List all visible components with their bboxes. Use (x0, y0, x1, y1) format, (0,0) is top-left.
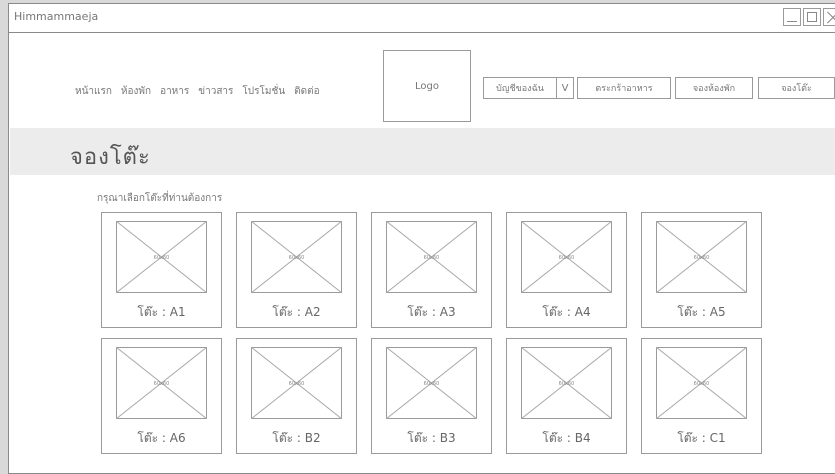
page-title: จองโต๊ะ (70, 145, 151, 170)
table-card[interactable]: 60x60 โต๊ะ : A5 (641, 212, 762, 328)
image-placeholder-icon: 60x60 (521, 347, 612, 419)
nav-item-rooms[interactable]: ห้องพัก (121, 84, 151, 99)
table-label: โต๊ะ : A5 (677, 305, 726, 319)
main-nav: หน้าแรก ห้องพัก อาหาร ข่าวสาร โปรโมชั่น … (75, 84, 320, 99)
image-size-label: 60x60 (693, 381, 710, 387)
image-placeholder-icon: 60x60 (656, 221, 747, 293)
table-card[interactable]: 60x60 โต๊ะ : B4 (506, 338, 627, 454)
table-card[interactable]: 60x60 โต๊ะ : A6 (101, 338, 222, 454)
table-label: โต๊ะ : C1 (677, 431, 726, 445)
nav-item-food[interactable]: อาหาร (160, 84, 189, 99)
food-cart-button[interactable]: ตระกร้าอาหาร (577, 77, 671, 99)
table-label: โต๊ะ : B3 (407, 431, 456, 445)
image-size-label: 60x60 (288, 381, 305, 387)
image-size-label: 60x60 (288, 255, 305, 261)
table-card[interactable]: 60x60 โต๊ะ : A1 (101, 212, 222, 328)
table-card[interactable]: 60x60 โต๊ะ : A4 (506, 212, 627, 328)
table-label: โต๊ะ : A4 (542, 305, 591, 319)
table-card[interactable]: 60x60 โต๊ะ : C1 (641, 338, 762, 454)
image-placeholder-icon: 60x60 (386, 347, 477, 419)
image-placeholder-icon: 60x60 (521, 221, 612, 293)
nav-item-contact[interactable]: ติดต่อ (294, 84, 320, 99)
minimize-icon[interactable] (783, 8, 801, 26)
maximize-icon[interactable] (803, 8, 821, 26)
nav-item-news[interactable]: ข่าวสาร (198, 84, 233, 99)
chevron-down-icon[interactable]: V (557, 78, 573, 98)
window-title: Himmammaeja (14, 10, 99, 23)
image-size-label: 60x60 (693, 255, 710, 261)
account-dropdown[interactable]: บัญชีของฉัน V (483, 77, 574, 99)
instruction-text: กรุณาเลือกโต๊ะที่ท่านต้องการ (97, 193, 223, 204)
table-card[interactable]: 60x60 โต๊ะ : A2 (236, 212, 357, 328)
image-placeholder-icon: 60x60 (656, 347, 747, 419)
image-size-label: 60x60 (153, 381, 170, 387)
table-grid: 60x60 โต๊ะ : A1 60x60 โต๊ะ : A2 60x60 โต… (101, 212, 762, 454)
image-placeholder-icon: 60x60 (116, 221, 207, 293)
table-label: โต๊ะ : A1 (137, 305, 186, 319)
close-icon[interactable] (823, 8, 835, 26)
image-placeholder-icon: 60x60 (251, 347, 342, 419)
table-card[interactable]: 60x60 โต๊ะ : B2 (236, 338, 357, 454)
account-label: บัญชีของฉัน (484, 78, 557, 98)
image-size-label: 60x60 (558, 255, 575, 261)
image-size-label: 60x60 (558, 381, 575, 387)
nav-item-home[interactable]: หน้าแรก (75, 84, 112, 99)
image-size-label: 60x60 (153, 255, 170, 261)
title-bar: Himmammaeja (9, 4, 835, 33)
image-placeholder-icon: 60x60 (386, 221, 477, 293)
book-table-button[interactable]: จองโต๊ะ (758, 77, 835, 99)
image-size-label: 60x60 (423, 255, 440, 261)
image-placeholder-icon: 60x60 (116, 347, 207, 419)
logo-label: Logo (415, 80, 439, 92)
image-placeholder-icon: 60x60 (251, 221, 342, 293)
window-controls (783, 8, 835, 26)
table-label: โต๊ะ : B2 (272, 431, 321, 445)
table-label: โต๊ะ : A2 (272, 305, 321, 319)
table-label: โต๊ะ : B4 (542, 431, 591, 445)
table-label: โต๊ะ : A6 (137, 431, 186, 445)
table-card[interactable]: 60x60 โต๊ะ : A3 (371, 212, 492, 328)
page-header-banner: จองโต๊ะ (10, 128, 835, 175)
nav-item-promotions[interactable]: โปรโมชั่น (242, 84, 285, 99)
table-label: โต๊ะ : A3 (407, 305, 456, 319)
app-window: Himmammaeja หน้าแรก ห้องพัก อาหาร ข่าวสา… (8, 3, 835, 474)
image-size-label: 60x60 (423, 381, 440, 387)
book-room-button[interactable]: จองห้องพัก (675, 77, 753, 99)
table-card[interactable]: 60x60 โต๊ะ : B3 (371, 338, 492, 454)
logo[interactable]: Logo (383, 50, 471, 122)
